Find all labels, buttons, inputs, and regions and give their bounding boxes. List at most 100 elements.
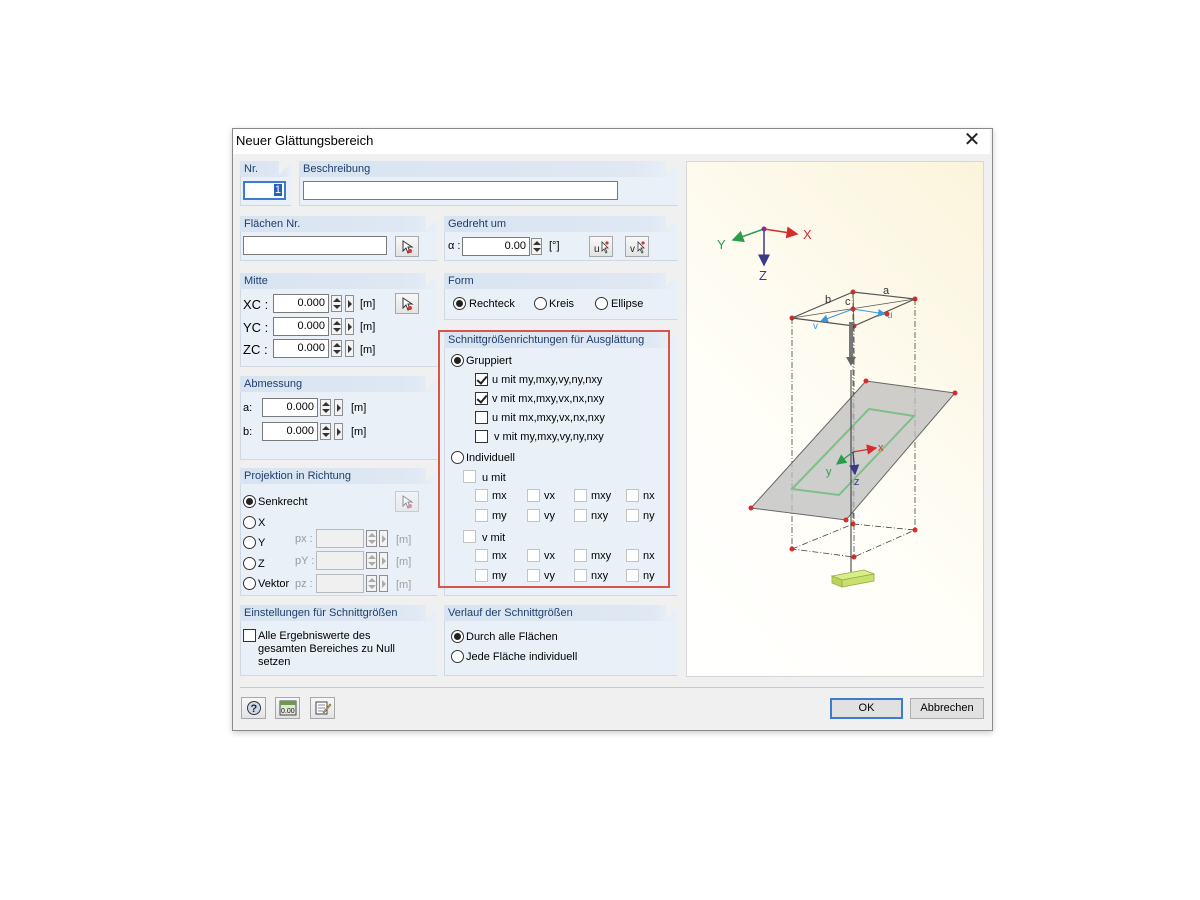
v-vy-checkbox[interactable] bbox=[527, 569, 540, 582]
proj-z-radio[interactable] bbox=[243, 557, 256, 570]
form-rechteck-radio[interactable] bbox=[453, 297, 466, 310]
verlauf-individuell-radio[interactable] bbox=[451, 650, 464, 663]
alpha-spinner[interactable] bbox=[531, 238, 542, 255]
null-setzen-label-3: setzen bbox=[258, 656, 291, 668]
nr-input[interactable]: 1 bbox=[243, 181, 286, 200]
b-input[interactable]: 0.000 bbox=[262, 422, 318, 441]
u-mxy-label: mxy bbox=[591, 490, 612, 502]
pick-vector-button[interactable] bbox=[395, 491, 419, 512]
v-mxy-checkbox[interactable] bbox=[574, 549, 587, 562]
u-nx-checkbox[interactable] bbox=[626, 489, 639, 502]
xc-input[interactable]: 0.000 bbox=[273, 294, 329, 313]
group-verlauf-header: Verlauf der Schnittgrößen bbox=[444, 605, 678, 621]
verlauf-individuell-label: Jede Fläche individuell bbox=[466, 651, 578, 663]
group-option-3-checkbox[interactable] bbox=[475, 411, 488, 424]
group-option-4-checkbox[interactable] bbox=[475, 430, 488, 443]
py-menu-arrow[interactable] bbox=[379, 552, 388, 569]
yc-input[interactable]: 0.000 bbox=[273, 317, 329, 336]
a-unit: [m] bbox=[351, 402, 367, 414]
yc-menu-arrow[interactable] bbox=[345, 318, 354, 335]
zc-menu-arrow[interactable] bbox=[345, 340, 354, 357]
v-mit-checkbox[interactable] bbox=[463, 530, 476, 543]
form-kreis-radio[interactable] bbox=[534, 297, 547, 310]
null-setzen-label-2: gesamten Bereiches zu Null bbox=[258, 643, 395, 655]
alpha-label: α : bbox=[448, 240, 461, 252]
svg-text:z: z bbox=[854, 476, 860, 488]
gruppiert-radio[interactable] bbox=[451, 354, 464, 367]
axis-y-label: Y bbox=[717, 237, 726, 252]
u-mx-checkbox[interactable] bbox=[475, 489, 488, 502]
u-mit-checkbox[interactable] bbox=[463, 470, 476, 483]
py-input[interactable] bbox=[316, 551, 364, 570]
help-button[interactable]: ? bbox=[241, 697, 266, 719]
title-bar: Neuer Glättungsbereich ✕ bbox=[233, 129, 990, 154]
pick-center-button[interactable] bbox=[395, 293, 419, 314]
preview-panel: X Y Z b a c v u x y z bbox=[686, 161, 984, 677]
v-mx-checkbox[interactable] bbox=[475, 549, 488, 562]
u-vy-checkbox[interactable] bbox=[527, 509, 540, 522]
flaechen-input[interactable] bbox=[243, 236, 387, 255]
pz-spinner[interactable] bbox=[366, 575, 377, 592]
verlauf-alle-radio[interactable] bbox=[451, 630, 464, 643]
zc-spinner[interactable] bbox=[331, 340, 342, 357]
group-option-1-checkbox[interactable] bbox=[475, 373, 488, 386]
u-vx-checkbox[interactable] bbox=[527, 489, 540, 502]
cancel-button[interactable]: Abbrechen bbox=[910, 698, 984, 719]
proj-y-radio[interactable] bbox=[243, 536, 256, 549]
b-menu-arrow[interactable] bbox=[334, 423, 343, 440]
proj-senkrecht-radio[interactable] bbox=[243, 495, 256, 508]
b-unit: [m] bbox=[351, 426, 367, 438]
xc-label: XC : bbox=[243, 297, 269, 312]
a-menu-arrow[interactable] bbox=[334, 399, 343, 416]
units-button[interactable]: 0.00 bbox=[275, 697, 300, 719]
v-nxy-checkbox[interactable] bbox=[574, 569, 587, 582]
px-menu-arrow[interactable] bbox=[379, 530, 388, 547]
zc-input[interactable]: 0.000 bbox=[273, 339, 329, 358]
v-nx-checkbox[interactable] bbox=[626, 549, 639, 562]
proj-vektor-radio[interactable] bbox=[243, 577, 256, 590]
ok-button[interactable]: OK bbox=[830, 698, 903, 719]
rotate-u-button[interactable]: u bbox=[589, 236, 613, 257]
px-spinner[interactable] bbox=[366, 530, 377, 547]
u-nxy-checkbox[interactable] bbox=[574, 509, 587, 522]
pz-input[interactable] bbox=[316, 574, 364, 593]
pick-cursor-icon bbox=[402, 495, 414, 509]
null-setzen-label-1: Alle Ergebniswerte des bbox=[258, 630, 371, 642]
group-option-4-label: v mit my,mxy,vy,ny,nxy bbox=[494, 431, 604, 443]
xc-unit: [m] bbox=[360, 298, 376, 310]
form-ellipse-radio[interactable] bbox=[595, 297, 608, 310]
pick-surface-button[interactable] bbox=[395, 236, 419, 257]
py-label: pY : bbox=[295, 555, 315, 567]
null-setzen-checkbox[interactable] bbox=[243, 629, 256, 642]
a-spinner[interactable] bbox=[320, 399, 331, 416]
pz-menu-arrow[interactable] bbox=[379, 575, 388, 592]
rotate-v-button[interactable]: v bbox=[625, 236, 649, 257]
v-my-label: my bbox=[492, 570, 507, 582]
axis-x-label: X bbox=[803, 227, 812, 242]
u-my-checkbox[interactable] bbox=[475, 509, 488, 522]
beschreibung-input[interactable] bbox=[303, 181, 618, 200]
xc-menu-arrow[interactable] bbox=[345, 295, 354, 312]
u-mxy-checkbox[interactable] bbox=[574, 489, 587, 502]
v-mx-label: mx bbox=[492, 550, 507, 562]
v-vx-checkbox[interactable] bbox=[527, 549, 540, 562]
u-ny-checkbox[interactable] bbox=[626, 509, 639, 522]
v-ny-checkbox[interactable] bbox=[626, 569, 639, 582]
yc-spinner[interactable] bbox=[331, 318, 342, 335]
individuell-label: Individuell bbox=[466, 452, 515, 464]
b-spinner[interactable] bbox=[320, 423, 331, 440]
group-option-2-checkbox[interactable] bbox=[475, 392, 488, 405]
xc-spinner[interactable] bbox=[331, 295, 342, 312]
alpha-input[interactable]: 0.00 bbox=[462, 237, 530, 256]
close-icon[interactable]: ✕ bbox=[962, 130, 982, 151]
inclined-surface bbox=[749, 380, 956, 521]
proj-x-radio[interactable] bbox=[243, 516, 256, 529]
v-mit-label: v mit bbox=[482, 532, 506, 544]
px-input[interactable] bbox=[316, 529, 364, 548]
edit-button[interactable] bbox=[310, 697, 335, 719]
v-my-checkbox[interactable] bbox=[475, 569, 488, 582]
a-input[interactable]: 0.000 bbox=[262, 398, 318, 417]
individuell-radio[interactable] bbox=[451, 451, 464, 464]
pick-cursor-icon bbox=[402, 297, 414, 311]
py-spinner[interactable] bbox=[366, 552, 377, 569]
